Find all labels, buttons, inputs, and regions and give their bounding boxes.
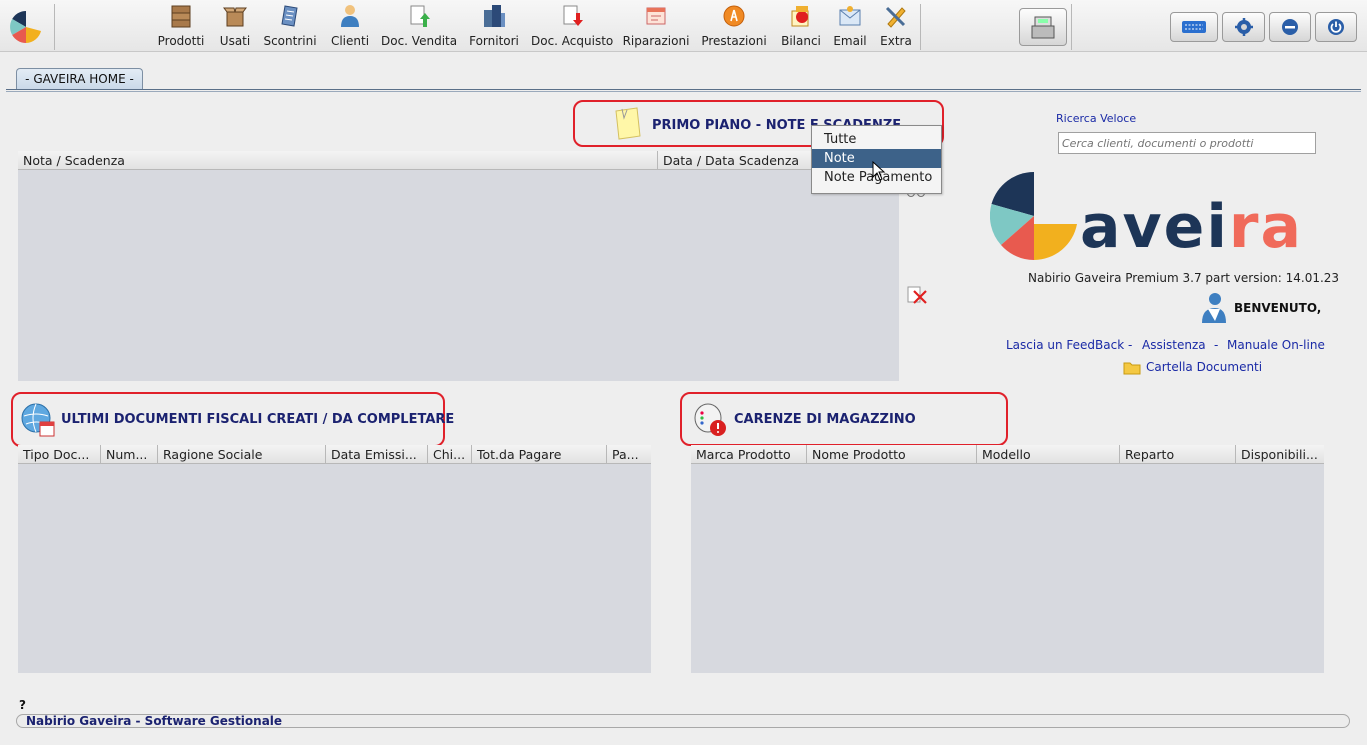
toolbar-doc-acquisto-button[interactable]: Doc. Acquisto [531,3,613,50]
purchase-doc-icon [563,5,583,26]
toolbar-label: Usati [219,34,251,48]
repair-icon [646,7,666,25]
toolbar-extra-button[interactable]: Extra [877,3,915,50]
toolbar-riparazioni-button[interactable]: Riparazioni [622,3,690,50]
quick-search-input[interactable] [1058,132,1316,154]
user-icon [1202,293,1226,323]
power-icon [1328,19,1344,35]
assistance-link[interactable]: Assistenza [1142,338,1206,352]
tab-gaveira-home[interactable]: - GAVEIRA HOME - [16,68,143,90]
column-header[interactable]: Chi... [428,445,472,464]
column-header[interactable]: Ragione Sociale [158,445,326,464]
gaveira-brand-logo-icon [990,172,1077,260]
stock-section-title: CARENZE DI MAGAZZINO [734,412,916,427]
manual-link[interactable]: Manuale On-line [1227,338,1325,352]
column-header[interactable]: Data Emissi... [326,445,428,464]
toolbar-label: Clienti [330,34,370,48]
documents-table[interactable]: Tipo Doc... Num... Ragione Sociale Data … [18,445,651,673]
note-filter-popup[interactable]: Tutte Note Note Pagamento [811,125,942,194]
toolbar-label: Extra [880,34,912,48]
toolbar-fornitori-button[interactable]: Fornitori [467,3,521,50]
company-text: Nabirio Gaveira - Software Gestionale [26,714,283,728]
toolbar-label: Doc. Acquisto [531,34,614,48]
toolbar-doc-vendita-button[interactable]: Doc. Vendita [381,3,457,50]
quick-search-label: Ricerca Veloce [1056,112,1137,125]
notes-table-header: Nota / Scadenza Data / Data Scadenza [18,151,899,170]
documents-section-title: ULTIMI DOCUMENTI FISCALI CREATI / DA COM… [61,412,455,427]
link-separator: - [1128,338,1133,352]
main-toolbar: Prodotti Usati Scontrini Clienti Doc. Ve… [0,0,1367,52]
receipt-icon [281,5,298,27]
sticky-note-icon [615,107,641,140]
gear-icon [1234,18,1253,36]
documents-folder-link[interactable]: Cartella Documenti [1146,360,1262,374]
toolbar-prodotti-button[interactable]: Prodotti [155,3,207,50]
keyboard-button[interactable] [1170,12,1218,42]
feedback-link[interactable]: Lascia un FeedBack [1006,338,1124,352]
toolbar-label: Scontrini [263,34,317,48]
toolbar-label: Prodotti [157,34,205,48]
column-header[interactable]: Num... [101,445,158,464]
stock-warning-icon [694,403,726,436]
open-box-icon [223,7,247,27]
toolbar-email-button[interactable]: Email [831,3,869,50]
toolbar-label: Doc. Vendita [381,34,458,48]
version-text: Nabirio Gaveira Premium 3.7 part version… [1028,271,1340,285]
toolbar-label: Email [833,34,867,48]
keyboard-icon [1182,21,1206,33]
balance-icon [791,6,809,27]
suppliers-icon [484,5,505,27]
mouse-cursor-icon [872,161,886,181]
stock-table[interactable]: Marca Prodotto Nome Prodotto Modello Rep… [691,445,1324,673]
column-header[interactable]: Disponibili... [1236,445,1324,464]
toolbar-bilanci-button[interactable]: Bilanci [779,3,823,50]
help-indicator[interactable]: ? [19,698,26,712]
customer-icon [341,5,359,27]
gaveira-logo-icon [10,11,41,43]
cash-register-button[interactable] [1019,8,1067,46]
stock-table-header: Marca Prodotto Nome Prodotto Modello Rep… [691,445,1324,464]
toolbar-usati-button[interactable]: Usati [215,3,255,50]
filter-option-tutte[interactable]: Tutte [812,130,941,149]
toolbar-label: Fornitori [469,34,519,48]
column-header[interactable]: Tot.da Pagare [472,445,607,464]
toolbar-label: Prestazioni [701,34,767,48]
sales-doc-icon [410,5,430,27]
toolbar-label: Bilanci [781,34,821,48]
link-separator: - [1214,338,1219,352]
brand-wordmark: aveira [1080,196,1303,258]
documents-table-header: Tipo Doc... Num... Ragione Sociale Data … [18,445,651,464]
column-header[interactable]: Tipo Doc... [18,445,101,464]
column-header[interactable]: Reparto [1120,445,1236,464]
welcome-text: BENVENUTO, [1234,301,1322,315]
folder-icon [1123,362,1141,375]
brand-wordmark-text: aveira [1080,192,1303,262]
column-header[interactable]: Modello [977,445,1120,464]
services-icon [723,5,745,27]
delete-note-icon[interactable] [906,285,928,305]
email-icon [839,6,861,26]
column-header[interactable]: Nome Prodotto [807,445,977,464]
settings-button[interactable] [1222,12,1265,42]
toolbar-prestazioni-button[interactable]: Prestazioni [700,3,768,50]
toolbar-label: Riparazioni [622,34,690,48]
minimize-button[interactable] [1269,12,1311,42]
toolbar-scontrini-button[interactable]: Scontrini [262,3,318,50]
tab-underline [6,89,1361,92]
column-header[interactable]: Pa... [607,445,651,464]
tools-icon [885,6,906,28]
column-header[interactable]: Nota / Scadenza [18,151,658,170]
column-header[interactable]: Marca Prodotto [691,445,807,464]
notes-table[interactable]: Nota / Scadenza Data / Data Scadenza [18,151,899,381]
cash-register-icon [1031,16,1055,39]
boxes-icon [171,5,191,28]
minimize-icon [1282,19,1298,35]
power-button[interactable] [1315,12,1357,42]
documents-globe-icon [21,403,55,437]
toolbar-clienti-button[interactable]: Clienti [328,3,372,50]
